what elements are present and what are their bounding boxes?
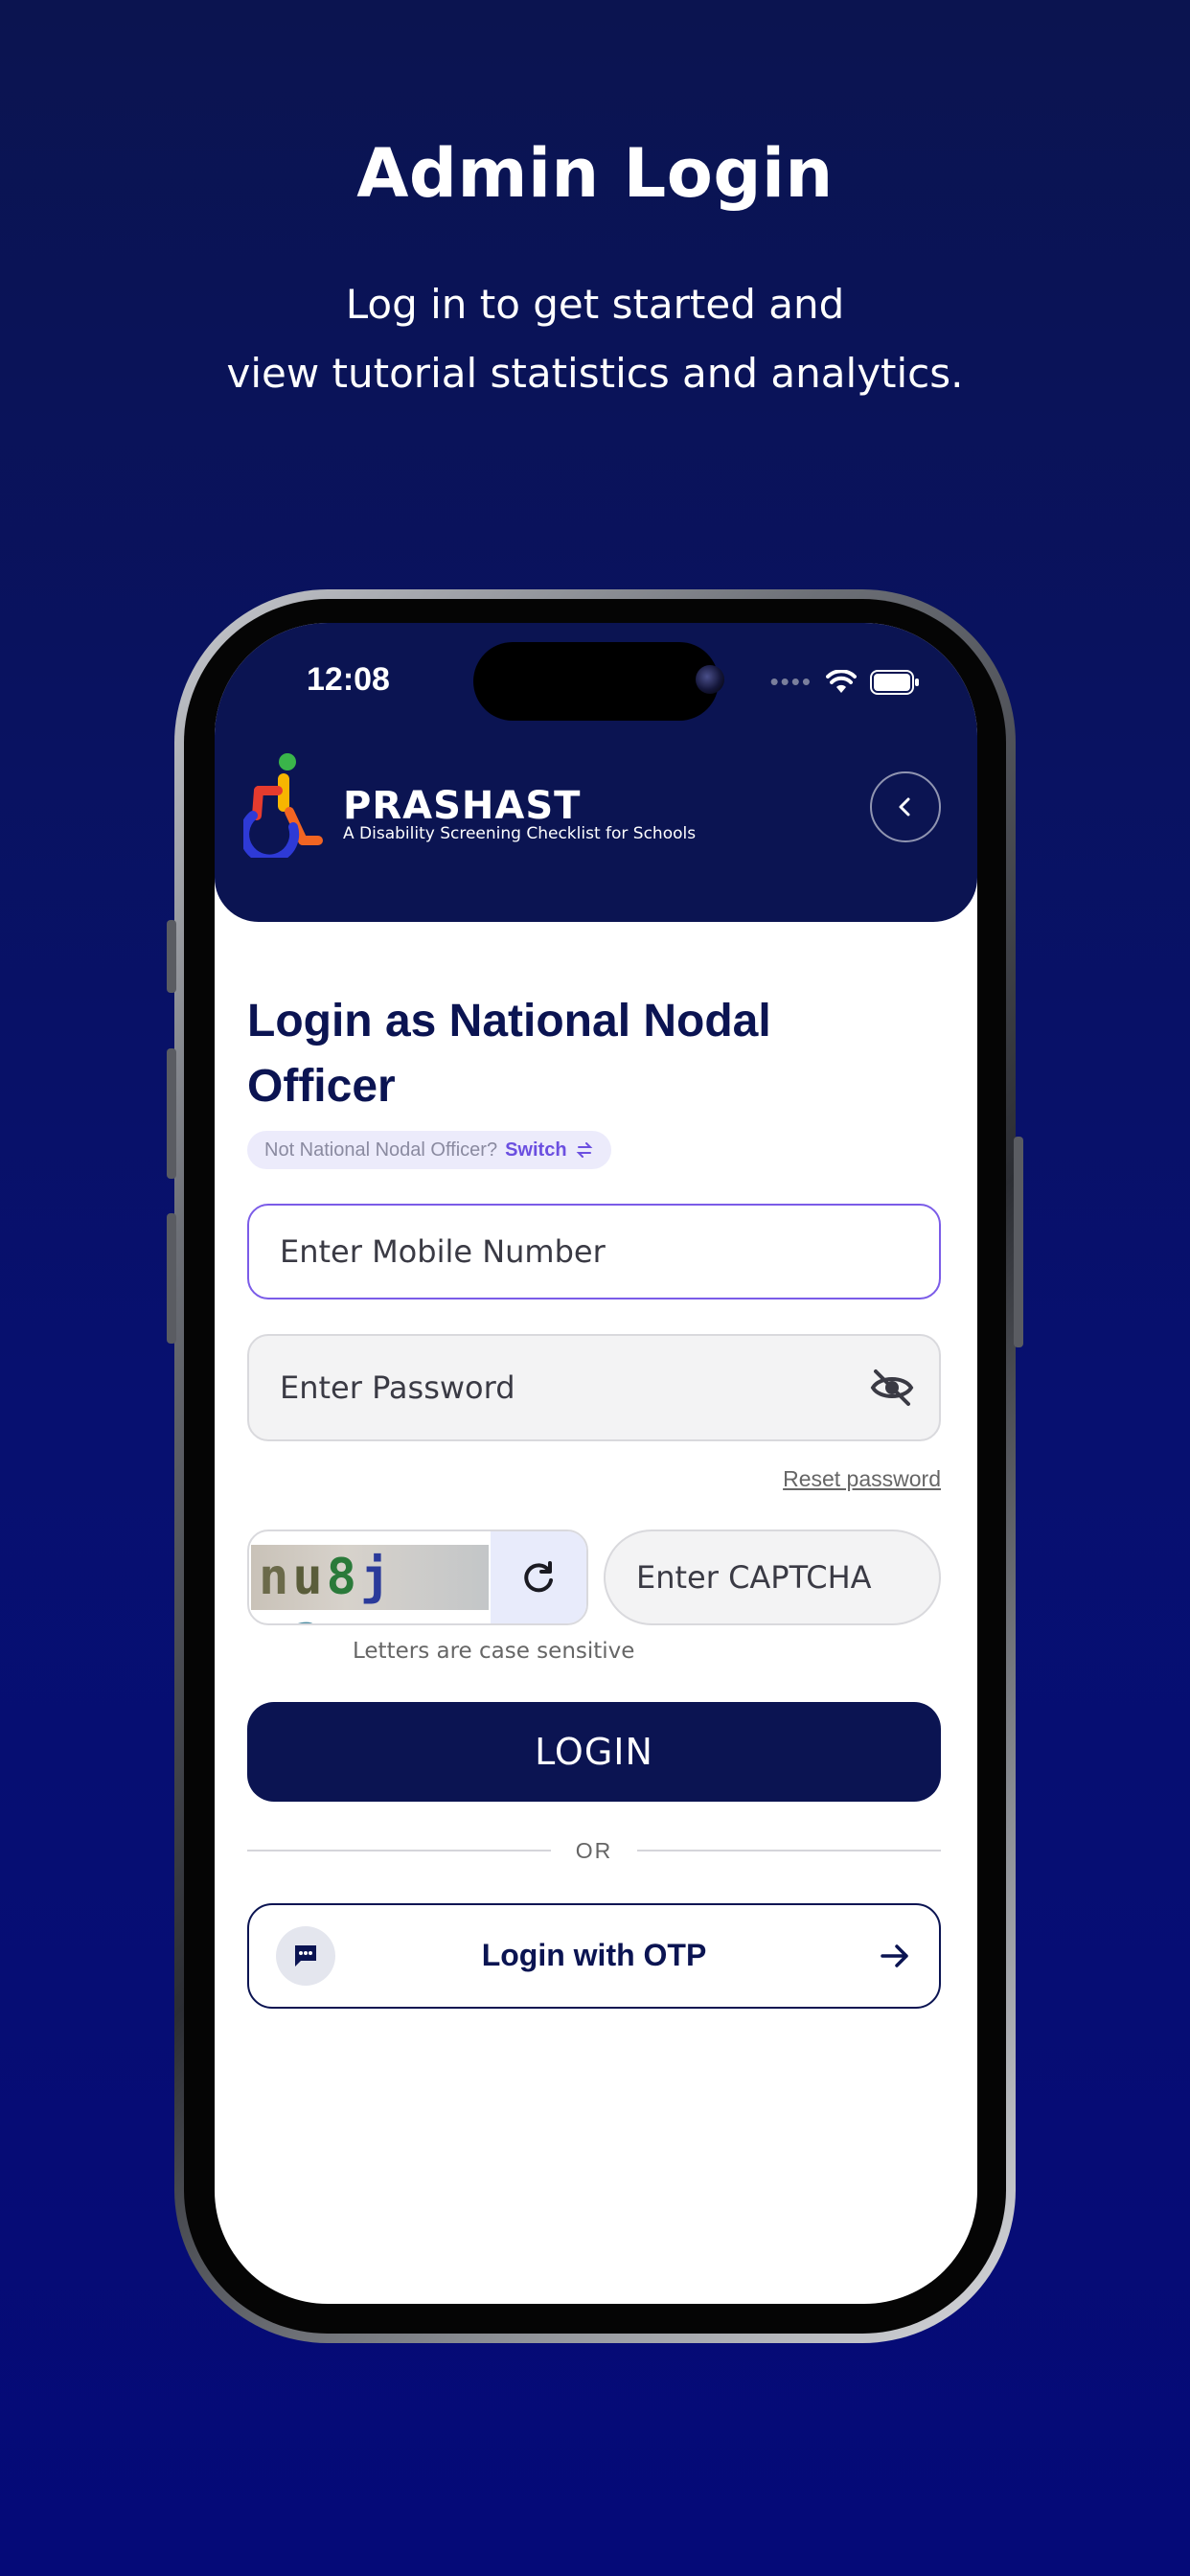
captcha-placeholder: Enter CAPTCHA [636,1559,872,1596]
phone-screen: 12:08 •••• PRASHAST A Disability Screeni… [215,623,977,2304]
brand-tagline: A Disability Screening Checklist for Sch… [343,824,697,843]
phone-silent-switch [167,920,176,993]
dynamic-island [473,642,719,721]
refresh-icon [524,1561,553,1593]
switch-role-pill[interactable]: Not National Nodal Officer? Switch [247,1131,611,1169]
switch-prompt: Not National Nodal Officer? [264,1138,498,1161]
prashast-logo-icon [243,753,323,858]
mobile-number-input[interactable]: Enter Mobile Number [247,1204,941,1300]
phone-volume-up [167,1048,176,1179]
divider-line [247,1850,551,1852]
hero-subtitle: Log in to get started and view tutorial … [0,270,1190,408]
back-button[interactable] [870,771,941,842]
status-time: 12:08 [307,661,390,698]
mobile-number-placeholder: Enter Mobile Number [280,1233,606,1270]
or-divider: OR [247,1836,941,1865]
hero-subtitle-line1: Log in to get started and [345,281,845,328]
otp-button-label: Login with OTP [481,1938,707,1972]
divider-line [637,1850,941,1852]
status-icons: •••• [770,667,920,697]
wifi-icon [826,669,857,693]
captcha-input[interactable]: Enter CAPTCHA [604,1530,941,1625]
login-otp-button[interactable]: Login with OTP [247,1903,941,2009]
phone-volume-down [167,1213,176,1344]
signal-icon: •••• [769,667,812,696]
arrow-right-icon [881,1944,908,1967]
login-button[interactable]: LOGIN [247,1702,941,1802]
camera-icon [696,665,724,694]
app-header: 12:08 •••• PRASHAST A Disability Screeni… [215,623,977,922]
phone-power-button [1014,1137,1023,1347]
chevron-left-icon [899,797,910,816]
password-placeholder: Enter Password [280,1369,515,1406]
captcha-note: Letters are case sensitive [353,1639,635,1664]
or-label: OR [575,1837,613,1863]
form-title: Login as National Nodal Officer [247,996,771,1112]
eye-off-icon[interactable] [870,1368,914,1407]
hero-title: Admin Login [356,134,834,213]
refresh-captcha-button[interactable] [491,1531,586,1623]
switch-link[interactable]: Switch [505,1139,566,1162]
hero-subtitle-line2: view tutorial statistics and analytics. [226,350,964,397]
battery-icon [870,669,919,695]
swap-arrows-icon [576,1142,592,1158]
reset-password-link[interactable]: Reset password [783,1466,941,1492]
captcha-box: nu8j s2 [247,1530,588,1625]
captcha-image: nu8j s2 [251,1545,489,1623]
password-input[interactable]: Enter Password [247,1334,941,1441]
brand-name: PRASHAST [343,784,582,828]
